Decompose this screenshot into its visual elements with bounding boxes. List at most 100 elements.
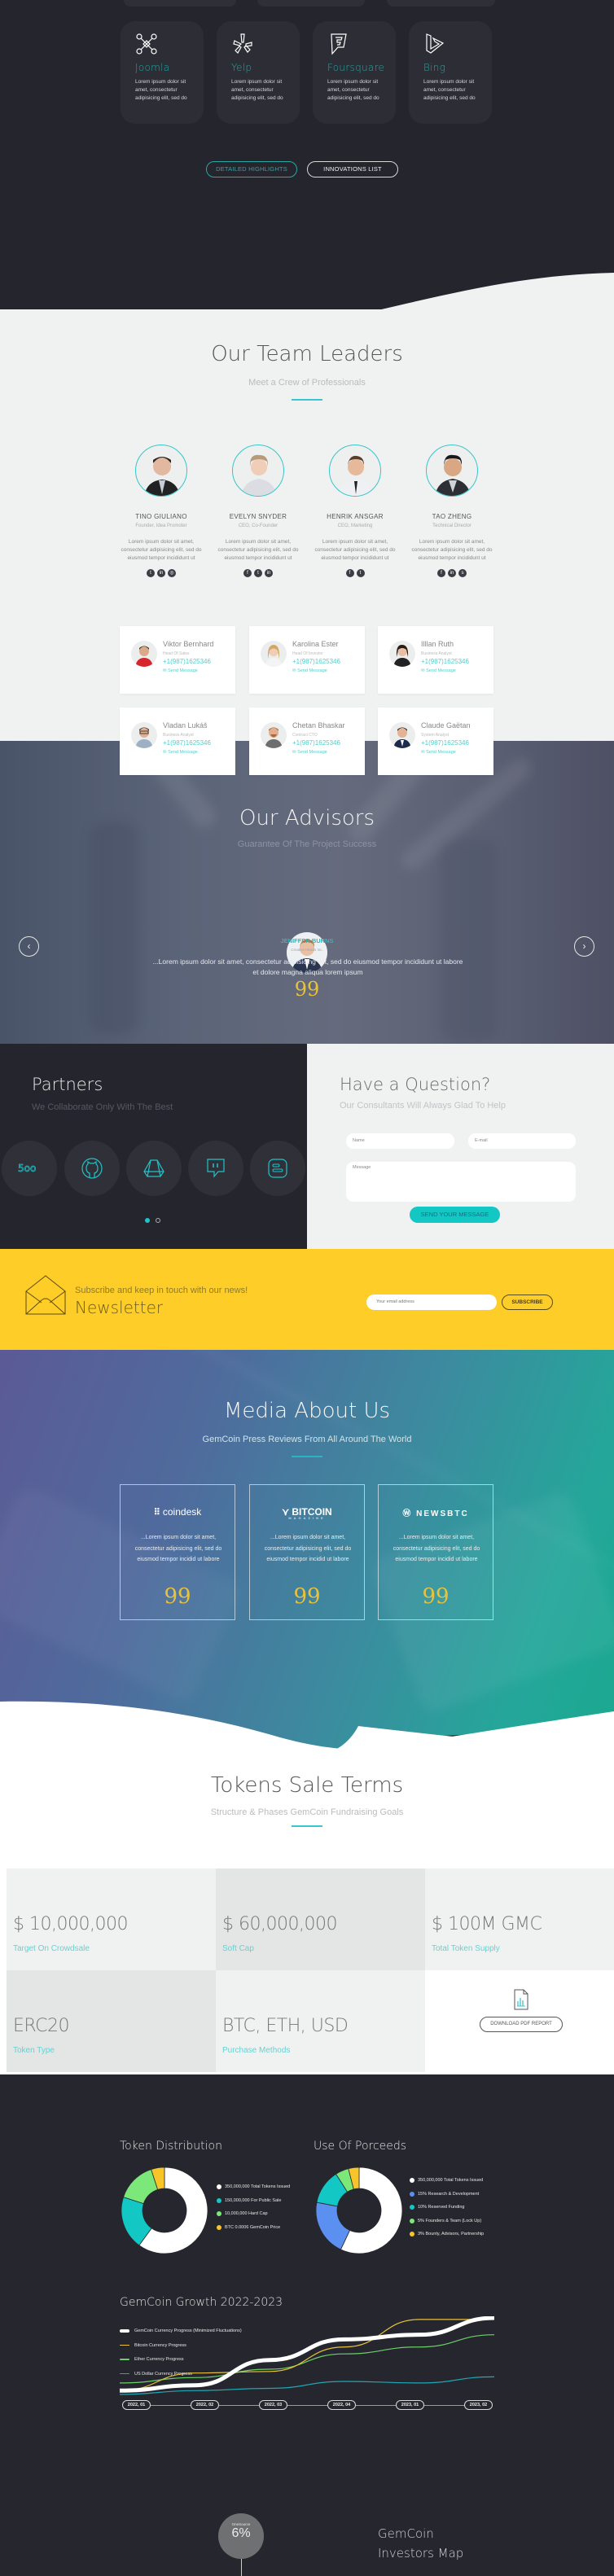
twitter-icon[interactable]: t [356, 569, 365, 577]
member-phone[interactable]: +1(987)1625346 [163, 658, 211, 665]
media-card-coindesk[interactable]: ⠿ coindesk ...Lorem ipsum dolor sit amet… [120, 1484, 235, 1620]
joomla-icon [136, 33, 157, 55]
github-icon [81, 1158, 103, 1179]
media-card-newsbtc[interactable]: Ⓦ NEWSBTC ...Lorem ipsum dolor sit amet,… [378, 1484, 493, 1620]
pagination-dot-active[interactable] [145, 1218, 150, 1223]
name-input[interactable]: Name [346, 1133, 454, 1149]
leader-desc: Lorem ipsum dolor sit amet, consectetur … [314, 539, 396, 561]
download-pdf-button[interactable]: DOWNLOAD PDF REPORT [480, 2017, 563, 2032]
send-message-link[interactable]: ✉ Send Message [163, 668, 198, 673]
feature-card-yelp[interactable]: Yelp Lorem ipsum dolor sit amet, consect… [217, 21, 300, 124]
member-phone[interactable]: +1(987)1625346 [421, 739, 469, 747]
member-phone[interactable]: +1(987)1625346 [421, 658, 469, 665]
member-role: Contract CTO [292, 733, 318, 738]
x-tick-label[interactable]: 2022, 03 [259, 2400, 287, 2410]
twitter-icon[interactable]: t [147, 569, 155, 577]
member-name: Claude Gaëtan [421, 721, 471, 729]
legend-label: 150,000,000 For Public Sale [225, 2197, 282, 2203]
term-value: $ 10,000,000 [13, 1914, 128, 1934]
send-message-button[interactable]: SEND YOUR MESSAGE [410, 1207, 500, 1223]
partner-logo-blogger[interactable] [250, 1141, 305, 1196]
feature-title: Joomla [135, 62, 170, 73]
term-label: Target On Crowdsale [13, 1944, 90, 1953]
x-tick-label[interactable]: 2022, 01 [122, 2400, 151, 2410]
member-phone[interactable]: +1(987)1625346 [292, 739, 340, 747]
pagination-dot[interactable] [156, 1218, 160, 1223]
x-tick-label[interactable]: 2022, 04 [327, 2400, 356, 2410]
leader-name: HENRIK ANSGAR [327, 513, 384, 520]
legend-label: 10,000,000 Hard Cap [225, 2211, 268, 2216]
partner-logo-twitch[interactable] [188, 1141, 243, 1196]
skype-icon[interactable]: s [458, 569, 467, 577]
feature-card-bing[interactable]: Bing Lorem ipsum dolor sit amet, consect… [409, 21, 492, 124]
term-value: ERC20 [13, 2016, 69, 2036]
member-card: Claude Gaëtan System Analyst +1(987)1625… [378, 708, 493, 775]
use-of-proceeds-donut [315, 2166, 403, 2254]
term-value: $ 60,000,000 [222, 1914, 337, 1934]
facebook-icon[interactable]: f [243, 569, 252, 577]
x-tick-label[interactable]: 2023, 02 [464, 2400, 493, 2410]
x-tick-label[interactable]: 2023, 01 [396, 2400, 424, 2410]
partner-logo-google-drive[interactable] [126, 1141, 182, 1196]
legend-swatch [217, 2197, 221, 2203]
member-role: Business Analyst [421, 651, 452, 656]
term-value: $ 100M GMC [432, 1914, 542, 1934]
innovations-list-button[interactable]: INNOVATIONS LIST [307, 161, 398, 177]
token-term-cell: $ 10,000,000 Target On Crowdsale [7, 1868, 216, 1970]
newsletter-section: Subscribe and keep in touch with our new… [0, 1249, 614, 1350]
subscribe-button[interactable]: SUBSCRIBE [502, 1295, 553, 1310]
advisors-title: Our Advisors [239, 806, 375, 830]
x-tick-label[interactable]: 2022, 02 [191, 2400, 219, 2410]
contact-subtitle: Our Consultants Will Always Glad To Help [340, 1101, 506, 1111]
token-term-cell: $ 100M GMC Total Token Supply [425, 1868, 614, 1970]
leader-role: CEO, Marketing [337, 524, 373, 528]
team-subtitle: Meet a Crew of Professionals [248, 378, 366, 388]
member-name: Chetan Bhaskar [292, 721, 345, 729]
feature-title: Yelp [231, 62, 252, 73]
carousel-next-button[interactable]: › [574, 936, 594, 957]
linkedin-icon[interactable]: in [265, 569, 273, 577]
detailed-highlights-button[interactable]: DETAILED HIGHLIGHTS [206, 161, 297, 177]
email-input[interactable]: E-mail [468, 1133, 576, 1149]
legend-item: 350,000,000 Total Tokens Issued [410, 2178, 483, 2183]
envelope-icon [25, 1275, 66, 1315]
send-message-link[interactable]: ✉ Send Message [163, 750, 198, 755]
coindesk-icon: ⠿ [153, 1508, 163, 1518]
member-phone[interactable]: +1(987)1625346 [163, 739, 211, 747]
facebook-icon[interactable]: f [345, 569, 354, 577]
google-drive-icon [143, 1159, 164, 1177]
feature-card-foursquare[interactable]: Foursquare Lorem ipsum dolor sit amet, c… [313, 21, 396, 124]
feature-title: Bing [423, 62, 446, 73]
member-name: Viktor Bernhard [163, 640, 214, 648]
instagram-icon[interactable]: ◎ [168, 569, 176, 577]
send-message-link[interactable]: ✉ Send Message [292, 668, 327, 673]
leader-card: EVELYN SNYDER CEO, Co-Founder Lorem ipsu… [215, 445, 301, 577]
feature-text: Lorem ipsum dolor sit amet, consectetur … [423, 79, 476, 101]
send-message-link[interactable]: ✉ Send Message [421, 668, 456, 673]
partner-logo-500px[interactable]: 5oo [2, 1141, 57, 1196]
message-textarea[interactable]: Message [346, 1162, 576, 1202]
member-role: System Analyst [421, 733, 450, 738]
linkedin-icon[interactable]: in [448, 569, 456, 577]
avatar [261, 641, 287, 667]
feature-card-top [387, 0, 495, 7]
feature-card-joomla[interactable]: Joomla Lorem ipsum dolor sit amet, conse… [121, 21, 204, 124]
member-card: Karolina Ester Head Of Investor +1(987)1… [249, 626, 365, 694]
twitter-icon[interactable]: t [254, 569, 262, 577]
partner-logo-github[interactable] [64, 1141, 120, 1196]
send-message-link[interactable]: ✉ Send Message [421, 750, 456, 755]
member-phone[interactable]: +1(987)1625346 [292, 658, 340, 665]
legend-swatch [410, 2205, 414, 2210]
newsletter-email-input[interactable]: Your email address [366, 1295, 497, 1310]
carousel-prev-button[interactable]: ‹ [19, 936, 39, 957]
leader-name: TAO ZHENG [432, 513, 472, 520]
linkedin-icon[interactable]: in [157, 569, 165, 577]
logo-subtitle: MAGAZINE [288, 1516, 326, 1520]
facebook-icon[interactable]: f [437, 569, 445, 577]
legend-item: 3% Bounty, Advisors, Partnership [410, 2232, 484, 2236]
investor-bubble[interactable]: OneSource 6% [218, 2513, 264, 2559]
media-card-bitcoin-magazine[interactable]: ⋎ BITCOIN MAGAZINE ...Lorem ipsum dolor s… [249, 1484, 365, 1620]
member-card: Chetan Bhaskar Contract CTO +1(987)16253… [249, 708, 365, 775]
title-underline [292, 1825, 322, 1827]
send-message-link[interactable]: ✉ Send Message [292, 750, 327, 755]
